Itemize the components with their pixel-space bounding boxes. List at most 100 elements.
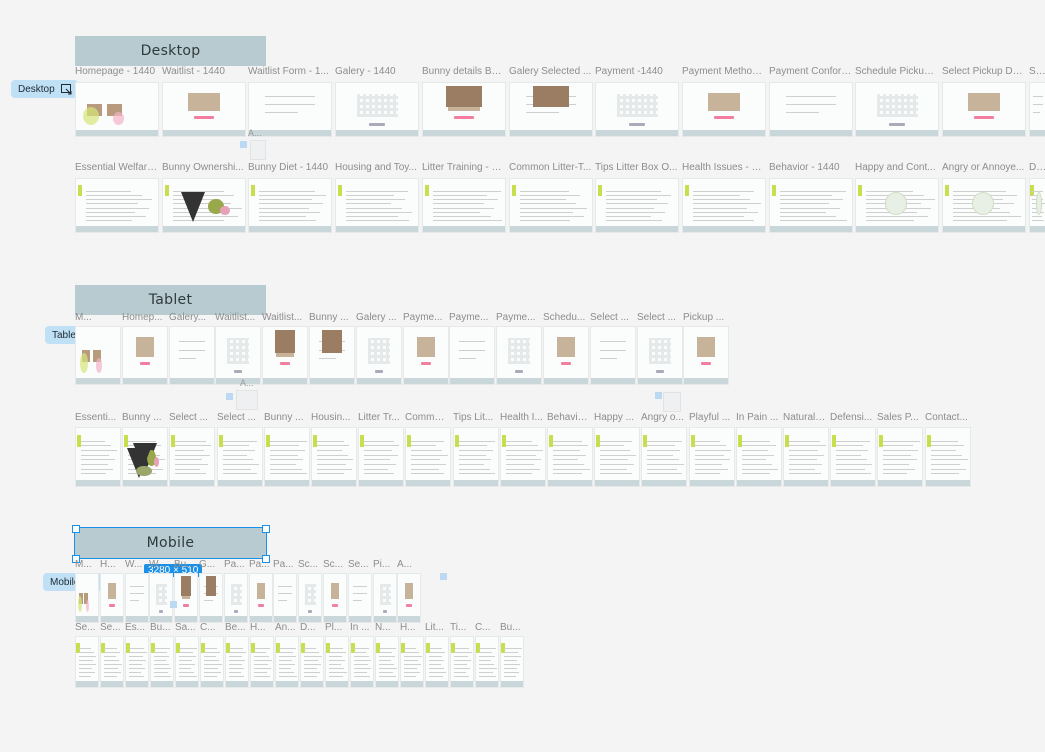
frame-label[interactable]: H... — [100, 559, 121, 570]
frame-thumbnail[interactable] — [298, 573, 322, 623]
frame-thumbnail[interactable] — [162, 82, 246, 137]
frame-thumbnail[interactable] — [323, 573, 347, 623]
frame-thumbnail[interactable] — [335, 178, 419, 233]
frame-thumbnail[interactable] — [169, 427, 215, 487]
frame-thumbnail[interactable] — [215, 326, 261, 385]
frame-thumbnail[interactable] — [942, 82, 1026, 137]
frame-thumbnail[interactable] — [449, 326, 495, 385]
frame-label[interactable]: Behavio... — [547, 412, 590, 423]
frame-label[interactable]: Select ... — [217, 412, 260, 423]
frame-label[interactable]: Se... — [75, 622, 96, 633]
frame-thumbnail[interactable] — [348, 573, 372, 623]
frame-thumbnail[interactable] — [224, 573, 248, 623]
frame-thumbnail[interactable] — [75, 82, 159, 137]
frame-label[interactable]: Es... — [125, 622, 146, 633]
frame-thumbnail[interactable] — [637, 326, 683, 385]
frame-thumbnail[interactable] — [425, 636, 449, 688]
frame-label[interactable]: Angry or Annoye... — [942, 162, 1025, 173]
frame-thumbnail[interactable] — [543, 326, 589, 385]
section-chip-desktop[interactable]: Desktop — [11, 80, 78, 98]
frame-thumbnail[interactable] — [641, 427, 687, 487]
frame-thumbnail[interactable] — [149, 573, 173, 623]
frame-thumbnail[interactable] — [509, 178, 593, 233]
frame-thumbnail[interactable] — [356, 326, 402, 385]
frame-label[interactable]: Litter Tr... — [358, 412, 401, 423]
frame-thumbnail[interactable] — [1029, 178, 1045, 233]
frame-thumbnail[interactable] — [122, 326, 168, 385]
frame-thumbnail[interactable] — [422, 178, 506, 233]
frame-label[interactable]: Bunny Diet - 1440 — [248, 162, 331, 173]
frame-label[interactable]: Bunny ... — [309, 312, 352, 323]
resize-handle-top-right[interactable] — [262, 525, 270, 533]
frame-thumbnail[interactable] — [325, 636, 349, 688]
stray-component[interactable] — [440, 573, 447, 580]
frame-thumbnail[interactable] — [855, 82, 939, 137]
frame-thumbnail[interactable] — [75, 326, 121, 385]
frame-label[interactable]: A... — [397, 559, 418, 570]
frame-label[interactable]: Sc... — [298, 559, 319, 570]
frame-thumbnail[interactable] — [769, 178, 853, 233]
frame-label[interactable]: Pa... — [224, 559, 245, 570]
frame-label[interactable]: Health I... — [500, 412, 543, 423]
frame-thumbnail[interactable] — [1029, 82, 1045, 137]
frame-label[interactable]: Waitlist... — [262, 312, 305, 323]
frame-thumbnail[interactable] — [264, 427, 310, 487]
frame-label[interactable]: Pi... — [373, 559, 394, 570]
frame-thumbnail[interactable] — [100, 573, 124, 623]
frame-thumbnail[interactable] — [942, 178, 1026, 233]
frame-thumbnail[interactable] — [75, 178, 159, 233]
frame-thumbnail[interactable] — [250, 636, 274, 688]
stray-component[interactable] — [226, 393, 233, 400]
frame-label[interactable]: Happy ... — [594, 412, 637, 423]
stray-frame[interactable] — [663, 392, 681, 412]
frame-label[interactable]: Lit... — [425, 622, 446, 633]
frame-label[interactable]: Health Issues - 1... — [682, 162, 765, 173]
frame-label[interactable]: Galery... — [169, 312, 212, 323]
frame-thumbnail[interactable] — [682, 82, 766, 137]
frame-label[interactable]: Ti... — [450, 622, 471, 633]
frame-label[interactable]: Happy and Cont... — [855, 162, 938, 173]
frame-label[interactable]: Defensi... — [830, 412, 873, 423]
frame-thumbnail[interactable] — [682, 178, 766, 233]
frame-thumbnail[interactable] — [358, 427, 404, 487]
frame-thumbnail[interactable] — [403, 326, 449, 385]
frame-label[interactable]: Pl... — [325, 622, 346, 633]
frame-thumbnail[interactable] — [595, 82, 679, 137]
frame-label[interactable]: Defe — [1029, 162, 1045, 173]
frame-label[interactable]: C... — [475, 622, 496, 633]
frame-thumbnail[interactable] — [262, 326, 308, 385]
frame-thumbnail[interactable] — [547, 427, 593, 487]
frame-label[interactable]: Behavior - 1440 — [769, 162, 852, 173]
frame-thumbnail[interactable] — [335, 82, 419, 137]
stray-component[interactable] — [240, 141, 247, 148]
frame-label[interactable]: Bunny details Bel... — [422, 66, 505, 77]
frame-label[interactable]: H... — [250, 622, 271, 633]
resize-handle-top-left[interactable] — [72, 525, 80, 533]
stray-label[interactable]: A... — [248, 128, 262, 138]
frame-thumbnail[interactable] — [783, 427, 829, 487]
frame-label[interactable]: Select ... — [590, 312, 633, 323]
frame-label[interactable]: Bu... — [150, 622, 171, 633]
frame-thumbnail[interactable] — [830, 427, 876, 487]
section-banner-tablet[interactable]: Tablet — [75, 285, 266, 315]
frame-thumbnail[interactable] — [397, 573, 421, 623]
frame-thumbnail[interactable] — [225, 636, 249, 688]
frame-thumbnail[interactable] — [273, 573, 297, 623]
frame-label[interactable]: Homepage - 1440 — [75, 66, 158, 77]
frame-thumbnail[interactable] — [769, 82, 853, 137]
section-banner-desktop[interactable]: Desktop — [75, 36, 266, 66]
frame-label[interactable]: W... — [149, 559, 170, 570]
frame-label[interactable]: Essenti... — [75, 412, 118, 423]
frame-label[interactable]: Commo... — [405, 412, 448, 423]
frame-label[interactable]: Tips Lit... — [453, 412, 496, 423]
frame-thumbnail[interactable] — [125, 573, 149, 623]
frame-thumbnail[interactable] — [309, 326, 355, 385]
frame-thumbnail[interactable] — [500, 636, 524, 688]
frame-label[interactable]: Tips Litter Box O... — [595, 162, 678, 173]
frame-thumbnail[interactable] — [248, 178, 332, 233]
frame-label[interactable]: Se... — [348, 559, 369, 570]
frame-label[interactable]: H... — [400, 622, 421, 633]
frame-thumbnail[interactable] — [75, 427, 121, 487]
frame-label[interactable]: Housing and Toy... — [335, 162, 418, 173]
frame-thumbnail[interactable] — [100, 636, 124, 688]
